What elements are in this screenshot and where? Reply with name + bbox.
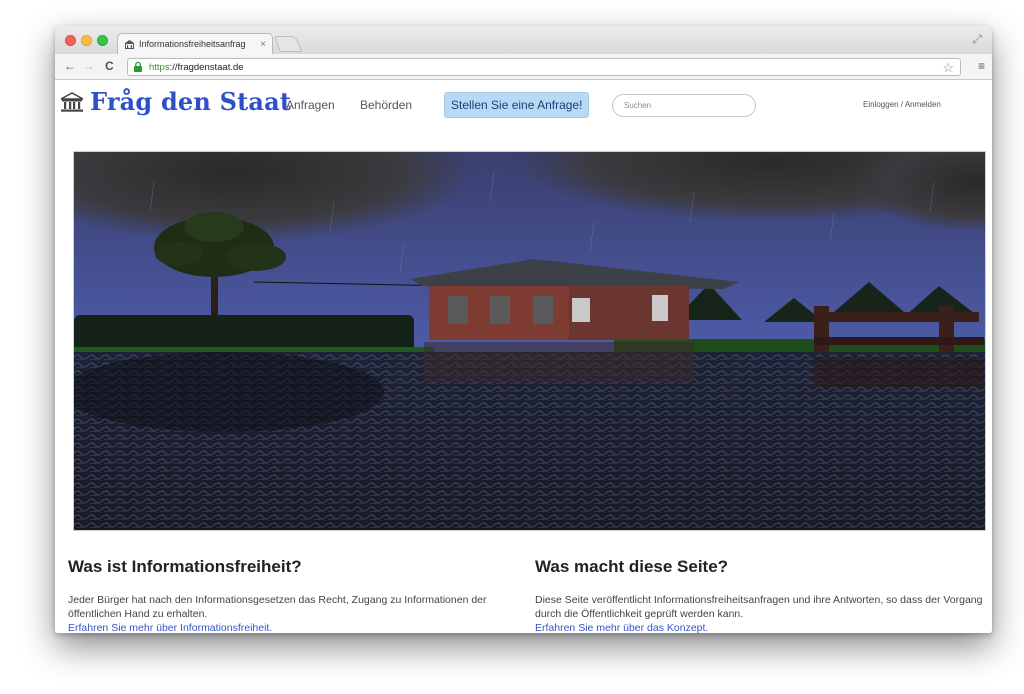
browser-tab[interactable]: Informationsfreiheitsanfrag × xyxy=(117,33,273,54)
search-input[interactable] xyxy=(612,94,756,117)
hero-scene xyxy=(74,152,985,530)
address-bar[interactable]: https://fragdenstaat.de ☆ xyxy=(127,58,961,76)
site-logo[interactable]: Fråg den Staat xyxy=(59,87,291,116)
maximize-window-button[interactable] xyxy=(97,35,108,46)
minimize-window-button[interactable] xyxy=(81,35,92,46)
close-window-button[interactable] xyxy=(65,35,76,46)
site-title: Fråg den Staat xyxy=(90,87,292,116)
fullscreen-icon[interactable]: ⤢ xyxy=(972,32,982,47)
nav-anfragen[interactable]: Anfragen xyxy=(286,98,335,112)
bookmark-star-icon[interactable]: ☆ xyxy=(942,60,954,76)
hamburger-menu-icon[interactable]: ≡ xyxy=(978,59,985,73)
hero-image xyxy=(73,151,986,531)
back-arrow-icon[interactable]: ← xyxy=(64,59,76,73)
about-site-section: Was macht diese Seite? Diese Seite veröf… xyxy=(535,557,985,633)
tab-title: Informationsfreiheitsanfrag xyxy=(139,39,246,49)
info-freedom-heading: Was ist Informationsfreiheit? xyxy=(68,557,302,576)
login-link[interactable]: Einloggen / Anmelden xyxy=(863,100,941,109)
forward-arrow-icon[interactable]: → xyxy=(83,59,95,73)
web-page: Fråg den Staat Anfragen Behörden Stellen… xyxy=(55,81,992,633)
info-freedom-text: Jeder Bürger hat nach den Informationsge… xyxy=(68,594,487,620)
browser-toolbar: ← → C https://fragdenstaat.de ☆ ≡ xyxy=(55,54,992,80)
url-host: ://fragdenstaat.de xyxy=(169,61,244,73)
about-site-heading: Was macht diese Seite? xyxy=(535,557,729,576)
title-bar: Informationsfreiheitsanfrag × ⤢ xyxy=(55,26,992,54)
info-freedom-section: Was ist Informationsfreiheit? Jeder Bürg… xyxy=(68,557,518,633)
about-site-text: Diese Seite veröffentlicht Informationsf… xyxy=(535,594,983,620)
make-request-button[interactable]: Stellen Sie eine Anfrage! xyxy=(444,92,590,118)
info-freedom-link[interactable]: Erfahren Sie mehr über Informationsfreih… xyxy=(68,621,518,633)
browser-window: Informationsfreiheitsanfrag × ⤢ ← → C ht… xyxy=(55,26,992,633)
url-scheme: https xyxy=(149,61,170,73)
tab-close-icon[interactable]: × xyxy=(260,39,266,50)
building-icon xyxy=(60,91,84,112)
lock-icon xyxy=(132,61,144,73)
site-favicon-icon xyxy=(124,39,135,50)
reload-icon[interactable]: C xyxy=(105,59,114,73)
about-site-link[interactable]: Erfahren Sie mehr über das Konzept. xyxy=(535,621,985,633)
new-tab-button[interactable] xyxy=(274,36,302,52)
nav-behoerden[interactable]: Behörden xyxy=(360,98,412,112)
